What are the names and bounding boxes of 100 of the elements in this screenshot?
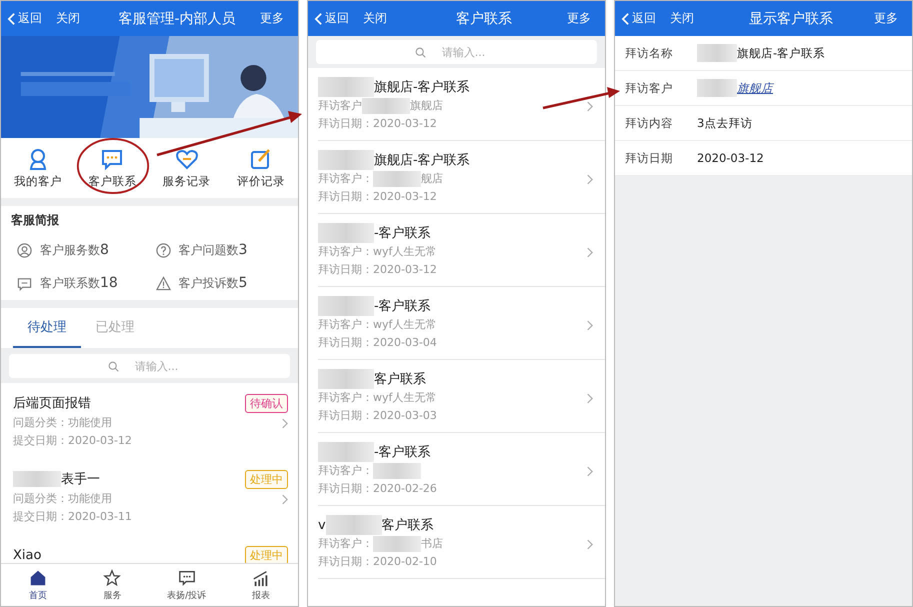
contact-title: 客户联系 — [374, 371, 426, 388]
shortcut-item[interactable]: 服务记录 — [150, 138, 224, 198]
customer-name: 书店 — [421, 536, 443, 552]
person-icon — [17, 243, 32, 258]
help-icon — [156, 243, 170, 258]
blurred-redaction — [318, 223, 374, 243]
search-field[interactable]: 请输入... — [9, 354, 290, 378]
more-button[interactable]: 更多 — [874, 10, 904, 27]
issue-date: 提交日期：2020-03-12 — [13, 433, 133, 449]
contact-item[interactable]: 旗舰店-客户联系 拜访客户： 舰店 拜访日期：2020-03-12 — [318, 141, 605, 214]
chevron-right-icon — [281, 494, 288, 504]
customer-label: 拜访客户： — [318, 171, 373, 187]
edit-icon — [248, 147, 273, 171]
chevron-right-icon — [586, 392, 593, 404]
visit-date: 拜访日期：2020-03-04 — [318, 335, 438, 351]
contact-title: -客户联系 — [374, 444, 431, 461]
status-tag: 处理中 — [245, 546, 288, 563]
chevron-right-icon — [586, 174, 593, 184]
stat-text: 客户服务数8 — [40, 242, 109, 259]
back-icon — [7, 12, 16, 26]
blurred-redaction — [318, 369, 374, 389]
back-button[interactable]: 返回 — [621, 10, 662, 27]
field-value: 3点去拜访 — [697, 116, 752, 130]
issue-title: 表手一 — [61, 471, 101, 488]
blurred-redaction — [318, 77, 374, 97]
stat-text: 客户联系数18 — [40, 275, 118, 292]
customer-label: 拜访客户 — [318, 98, 362, 114]
search-field[interactable]: 请输入... — [316, 40, 597, 64]
field-label: 拜访内容 — [625, 116, 674, 130]
customer-label: 拜访客户： — [318, 463, 373, 479]
visit-date: 拜访日期：2020-03-12 — [318, 116, 438, 132]
shortcut-label: 服务记录 — [162, 174, 211, 189]
field-value: 旗舰店-客户联系 — [737, 46, 826, 60]
blurred-redaction — [318, 296, 374, 316]
contact-item[interactable]: 旗舰店-客户联系 拜访客户 旗舰店 拜访日期：2020-03-12 — [318, 68, 605, 141]
more-button[interactable]: 更多 — [567, 10, 597, 27]
visit-date: 拜访日期：2020-02-26 — [318, 481, 438, 497]
visit-date: 拜访日期：2020-03-03 — [318, 408, 438, 424]
close-button[interactable]: 关闭 — [56, 10, 86, 27]
issue-date: 提交日期：2020-03-11 — [13, 509, 133, 525]
heart-icon — [174, 147, 199, 171]
chevron-right-icon — [281, 418, 288, 428]
issue-category: 问题分类：功能使用 — [13, 415, 112, 431]
field-value: 2020-03-12 — [697, 151, 764, 165]
back-icon — [314, 12, 323, 26]
home-icon — [29, 568, 48, 586]
chevron-right-icon — [586, 538, 593, 550]
issue-title: Xiao — [13, 548, 42, 562]
customer-link[interactable]: 旗舰店 — [737, 80, 773, 96]
shortcut-item[interactable]: 评价记录 — [224, 138, 298, 198]
stat-text: 客户问题数3 — [178, 242, 248, 259]
customer-name: 旗舰店 — [410, 98, 443, 114]
back-icon — [621, 12, 630, 26]
back-button[interactable]: 返回 — [314, 10, 355, 27]
screen-title: 客服管理-内部人员 — [117, 10, 237, 28]
customer-label: 拜访客户： — [318, 317, 373, 333]
field-label: 拜访日期 — [625, 150, 674, 166]
blurred-redaction — [318, 150, 374, 170]
contact-item[interactable]: 客户联系 拜访客户：wyf人生无常 拜访日期：2020-03-03 — [318, 360, 605, 433]
issue-item[interactable]: 表手一 处理中 问题分类：功能使用 提交日期：2020-03-11 — [1, 459, 298, 535]
issue-title: 后端页面报错 — [13, 395, 92, 412]
status-tag: 处理中 — [245, 470, 288, 488]
shortcut-label: 客户联系 — [88, 174, 136, 189]
customer-label: 拜访客户： — [318, 244, 373, 260]
close-button[interactable]: 关闭 — [363, 10, 393, 27]
search-icon — [414, 47, 426, 58]
visit-date: 拜访日期：2020-03-12 — [318, 189, 438, 205]
shortcut-label: 评价记录 — [236, 174, 285, 189]
blurred-redaction — [318, 442, 374, 462]
customer-name: 舰店 — [421, 171, 443, 187]
more-button[interactable]: 更多 — [260, 10, 290, 27]
stat-text: 客户投诉数5 — [178, 275, 248, 292]
chat-icon — [178, 568, 196, 586]
customer-label: 拜访客户： — [318, 536, 373, 552]
contact-item[interactable]: -客户联系 拜访客户： 拜访日期：2020-02-26 — [318, 433, 605, 506]
nav-item[interactable]: 首页 — [1, 564, 76, 606]
shortcut-item[interactable]: 客户联系 — [75, 138, 150, 198]
contact-item[interactable]: -客户联系 拜访客户：wyf人生无常 拜访日期：2020-03-12 — [318, 214, 605, 287]
screen-title: 显示客户联系 — [748, 10, 834, 28]
field-label: 拜访名称 — [625, 46, 674, 60]
close-button[interactable]: 关闭 — [670, 10, 700, 27]
warning-icon — [156, 276, 170, 291]
issue-item[interactable]: 后端页面报错 待确认 问题分类：功能使用 提交日期：2020-03-12 — [1, 383, 298, 459]
visit-date: 拜访日期：2020-03-12 — [318, 262, 438, 278]
nav-item[interactable]: 表扬/投诉 — [150, 564, 224, 606]
contact-title: -客户联系 — [374, 225, 431, 242]
nav-item[interactable]: 报表 — [224, 564, 298, 606]
contact-item[interactable]: v 客户联系 拜访客户： 书店 拜访日期：2020-02-10 — [318, 506, 605, 579]
chevron-right-icon — [586, 100, 593, 112]
customer-name: wyf人生无常 — [373, 317, 436, 333]
contact-title: 旗舰店-客户联系 — [374, 79, 470, 96]
nav-item[interactable]: 服务 — [75, 564, 150, 606]
chevron-right-icon — [586, 246, 593, 258]
contact-title: 旗舰店-客户联系 — [374, 152, 470, 169]
chevron-right-icon — [586, 320, 593, 330]
shortcut-item[interactable]: 我的客户 — [1, 138, 76, 198]
contact-title: v — [318, 518, 326, 532]
blurred-redaction — [326, 515, 382, 535]
back-button[interactable]: 返回 — [7, 10, 48, 27]
contact-item[interactable]: -客户联系 拜访客户：wyf人生无常 拜访日期：2020-03-04 — [318, 287, 605, 360]
